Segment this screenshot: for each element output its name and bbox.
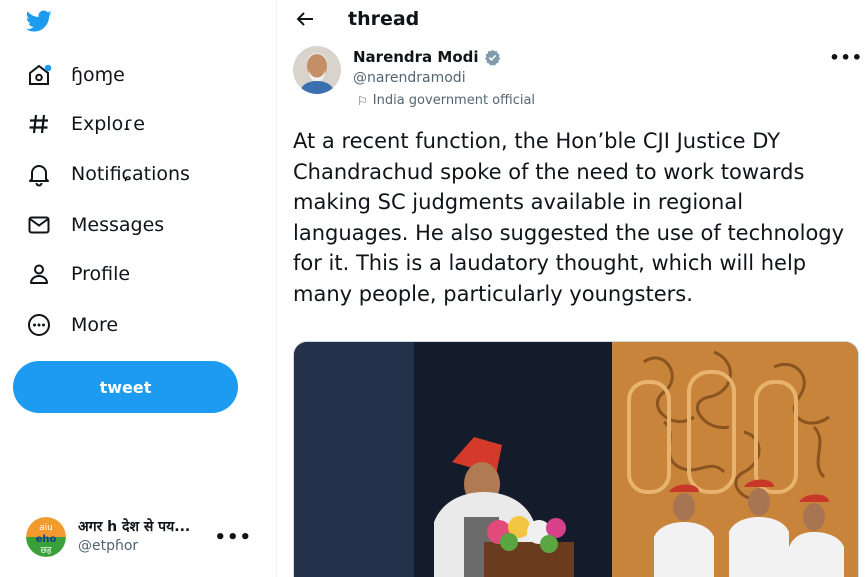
government-label: ⚐ India government official xyxy=(357,93,535,108)
sidebar-item-messages[interactable]: Messages xyxy=(14,203,176,247)
account-switcher[interactable]: aiu eho छह अगर h देश से पय... @etpɦor ••… xyxy=(14,507,264,567)
sidebar-item-notifications[interactable]: Notifiɕations xyxy=(14,152,202,196)
author-handle: @narendramodi xyxy=(353,70,466,86)
sidebar-item-label: Messages xyxy=(71,214,165,236)
author-name: Narendra Modi xyxy=(353,48,479,66)
back-arrow-icon[interactable] xyxy=(294,8,316,30)
home-icon xyxy=(26,62,52,88)
main-column: thread Narendra Modi @narendramodi ⚐ Ind… xyxy=(277,0,867,577)
government-label-text: India government official xyxy=(372,93,536,108)
author-name-row[interactable]: Narendra Modi xyxy=(353,48,501,66)
account-more-icon[interactable]: ••• xyxy=(214,527,252,548)
sidebar-item-label: ɧoɱe xyxy=(71,64,125,86)
event-photo-image xyxy=(294,342,858,577)
twitter-bird-icon[interactable] xyxy=(24,8,54,34)
mail-icon xyxy=(26,212,52,238)
sidebar-item-label: More xyxy=(71,314,119,336)
tweet-text: At a recent function, the Hon’ble CJI Ju… xyxy=(293,129,845,306)
avatar-text-2: eho xyxy=(36,534,57,545)
account-handle: @etpɦor xyxy=(78,538,139,554)
more-circle-icon xyxy=(26,312,52,338)
sidebar-item-more[interactable]: More xyxy=(14,303,130,347)
page-title: thread xyxy=(348,8,420,30)
avatar-text-1: aiu xyxy=(39,523,53,533)
hash-icon xyxy=(26,111,52,137)
sidebar-item-label: Exploɾe xyxy=(71,113,145,135)
sidebar-item-profile[interactable]: Profile xyxy=(14,252,142,296)
flag-icon: ⚐ xyxy=(357,93,368,108)
more-options-icon[interactable]: ••• xyxy=(829,48,863,67)
header: thread xyxy=(277,0,867,38)
bell-icon xyxy=(26,161,52,187)
sidebar-item-home[interactable]: ɧoɱe xyxy=(14,53,137,97)
sidebar-item-label: Notifiɕations xyxy=(71,163,190,185)
tweet-author: Narendra Modi @narendramodi ⚐ India gove… xyxy=(293,46,863,112)
tweet-media-image[interactable] xyxy=(293,341,859,577)
account-info: अगर h देश से पय... @etpɦor xyxy=(78,518,214,556)
sidebar-item-explore[interactable]: Exploɾe xyxy=(14,102,157,146)
tweet-button[interactable]: tweet xyxy=(13,361,238,413)
avatar[interactable] xyxy=(293,46,341,94)
sidebar-item-label: Profile xyxy=(71,263,131,285)
verified-badge-icon xyxy=(484,49,500,66)
avatar: aiu eho छह xyxy=(26,517,66,557)
person-icon xyxy=(26,261,52,287)
account-name: अगर h देश से पय... xyxy=(78,519,191,535)
sidebar: ɧoɱe Exploɾe Notifiɕations Messages Prof… xyxy=(0,0,277,577)
avatar-text-3: छह xyxy=(40,546,51,556)
